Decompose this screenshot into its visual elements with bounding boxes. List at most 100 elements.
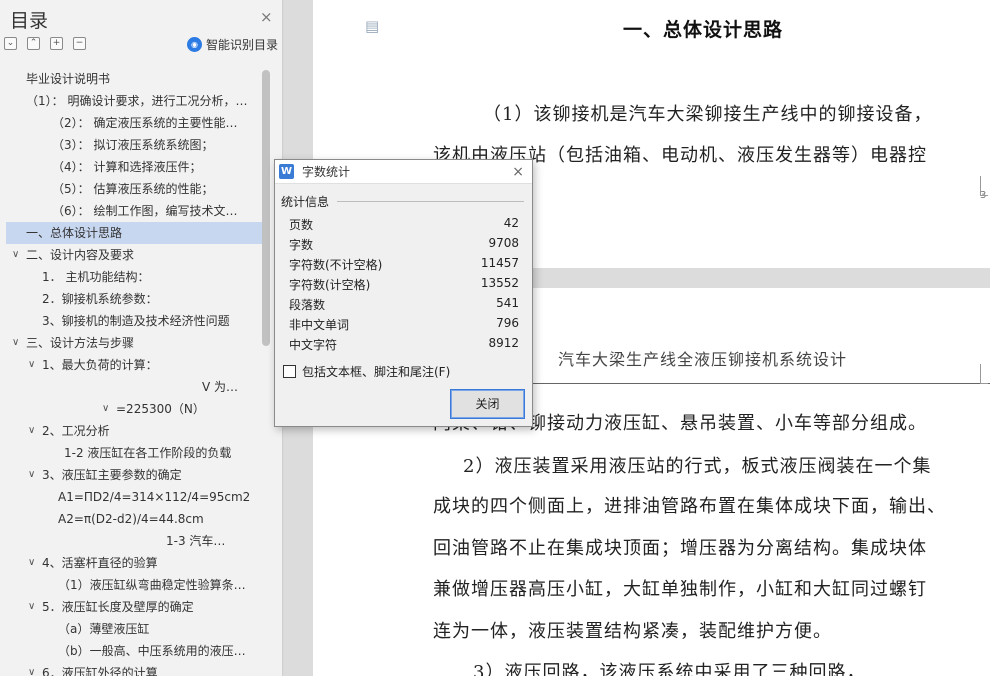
toc-title: 目录 — [10, 10, 49, 32]
toc-item[interactable]: 1． 主机功能结构： — [6, 266, 262, 288]
paragraph-line: （1）该铆接机是汽车大梁铆接生产线中的铆接设备， — [483, 104, 933, 125]
stat-label: 非中文单词 — [289, 318, 350, 332]
toc-item[interactable]: （1）液压缸纵弯曲稳定性验算条… — [6, 574, 262, 596]
section-heading: 一、总体设计思路 — [623, 19, 784, 41]
expand-caret-icon[interactable]: ∨ — [28, 420, 35, 442]
toc-item-label: V 为… — [202, 380, 239, 394]
toc-item-label: （3）： 拟订液压系统系统图； — [52, 138, 214, 152]
include-textbox-checkbox[interactable] — [283, 365, 296, 378]
stat-label: 字数 — [289, 238, 314, 252]
toc-item[interactable]: 一、总体设计思路 — [6, 222, 262, 244]
expand-caret-icon[interactable]: ∨ — [28, 596, 35, 618]
toc-item[interactable]: 1-2 液压缸在各工作阶段的负载 — [6, 442, 262, 464]
stat-row-chars-with-spaces: 字符数(计空格) 13552 — [289, 276, 519, 296]
stat-label: 页数 — [289, 218, 314, 232]
toc-item[interactable]: ∨ 三、设计方法与步骤 — [6, 332, 262, 354]
toc-item-label: 1-3 汽车… — [166, 534, 226, 548]
toc-item[interactable]: ∨ 1、最大负荷的计算： — [6, 354, 262, 376]
stat-value: 11457 — [480, 256, 519, 270]
toc-item[interactable]: ∨ =225300（N） — [6, 398, 262, 420]
toc-item[interactable]: （6）： 绘制工作图，编写技术文… — [6, 200, 262, 222]
stat-value: 796 — [496, 316, 519, 330]
smart-toc-button[interactable]: ◉ 智能识别目录 — [187, 36, 278, 53]
wps-logo-icon: W — [279, 164, 294, 179]
collapse-all-icon[interactable]: ⌄ — [4, 37, 17, 50]
paragraph-line: 连为一体，液压装置结构紧凑，装配维护方便。 — [433, 621, 832, 642]
toc-item-label: （2）： 确定液压系统的主要性能… — [52, 116, 238, 130]
toc-item[interactable]: 1-3 汽车… — [6, 530, 262, 552]
toc-item-label: 毕业设计说明书 — [26, 72, 111, 86]
expand-caret-icon[interactable]: ∨ — [12, 244, 19, 266]
stat-label: 段落数 — [289, 298, 326, 312]
margin-marker — [980, 176, 988, 196]
stat-label: 字符数(计空格) — [289, 278, 371, 292]
toc-item-label: 3、铆接机的制造及技术经济性问题 — [42, 314, 230, 328]
expand-caret-icon[interactable]: ∨ — [12, 332, 19, 354]
toc-item[interactable]: ∨ 二、设计内容及要求 — [6, 244, 262, 266]
stat-row-chinese-chars: 中文字符 8912 — [289, 336, 519, 356]
toc-item-label: 1-2 液压缸在各工作阶段的负载 — [64, 446, 232, 460]
toc-item[interactable]: （a）薄壁液压缸 — [6, 618, 262, 640]
toc-item-label: 三、设计方法与步骤 — [26, 336, 135, 350]
toc-item[interactable]: （4）： 计算和选择液压件； — [6, 156, 262, 178]
toc-item-label: 2、工况分析 — [42, 424, 110, 438]
dialog-titlebar[interactable]: W 字数统计 × — [275, 160, 532, 184]
toc-item[interactable]: V 为… — [6, 376, 262, 398]
stat-row-paragraphs: 段落数 541 — [289, 296, 519, 316]
toc-item[interactable]: （1）： 明确设计要求，进行工况分析，… — [6, 90, 262, 112]
stat-value: 9708 — [488, 236, 519, 250]
dialog-close-icon[interactable]: × — [512, 164, 524, 180]
toc-item[interactable]: A1=ΠD2/4=314×112/4=95cm2 — [6, 486, 262, 508]
close-button[interactable]: 关闭 — [450, 389, 525, 419]
paragraph-line: 兼做增压器高压小缸，大缸单独制作，小缸和大缸同过螺钉 — [433, 579, 927, 600]
toc-item[interactable]: （3）： 拟订液压系统系统图； — [6, 134, 262, 156]
remove-heading-icon[interactable]: − — [73, 37, 86, 50]
expand-all-icon[interactable]: ⌃ — [27, 37, 40, 50]
document-icon[interactable]: ▤ — [365, 17, 379, 35]
toc-item-label: A2=π(D2-d2)/4=44.8cm — [58, 512, 204, 526]
stat-value: 42 — [503, 216, 519, 230]
toc-item[interactable]: ∨ 3、液压缸主要参数的确定 — [6, 464, 262, 486]
toc-item[interactable]: A2=π(D2-d2)/4=44.8cm — [6, 508, 262, 530]
toc-item[interactable]: ∨ 5．液压缸长度及壁厚的确定 — [6, 596, 262, 618]
toc-item-label: （6）： 绘制工作图，编写技术文… — [52, 204, 238, 218]
checkbox-label: 包括文本框、脚注和尾注(F) — [302, 365, 451, 379]
paragraph-line: 成块的四个侧面上，进排油管路布置在集体成块下面，输出、 — [433, 496, 946, 517]
toc-item[interactable]: 3、铆接机的制造及技术经济性问题 — [6, 310, 262, 332]
stat-row-pages: 页数 42 — [289, 216, 519, 236]
expand-caret-icon[interactable]: ∨ — [28, 464, 35, 486]
toc-scrollbar[interactable] — [262, 70, 270, 346]
toc-item[interactable]: ∨ 2、工况分析 — [6, 420, 262, 442]
toc-item-label: 一、总体设计思路 — [26, 226, 123, 240]
expand-caret-icon[interactable]: ∨ — [28, 662, 35, 676]
stat-value: 8912 — [488, 336, 519, 350]
toc-item-label: （1）液压缸纵弯曲稳定性验算条… — [58, 578, 246, 592]
toc-item[interactable]: （2）： 确定液压系统的主要性能… — [6, 112, 262, 134]
include-textbox-option[interactable]: 包括文本框、脚注和尾注(F) — [283, 363, 450, 380]
toc-item[interactable]: ∨ 4、活塞杆直径的验算 — [6, 552, 262, 574]
expand-caret-icon[interactable]: ∨ — [102, 398, 109, 420]
toc-item-label: （5）： 估算液压系统的性能； — [52, 182, 214, 196]
toc-item-label: （1）： 明确设计要求，进行工况分析，… — [26, 94, 248, 108]
smart-toc-label: 智能识别目录 — [206, 38, 279, 52]
toc-list: 毕业设计说明书 （1）： 明确设计要求，进行工况分析，… （2）： 确定液压系统的主… — [6, 68, 262, 676]
paragraph-line: 2）液压装置采用液压站的行式，板式液压阀装在一个集 — [463, 456, 932, 477]
expand-caret-icon[interactable]: ∨ — [28, 552, 35, 574]
toc-item[interactable]: （5）： 估算液压系统的性能； — [6, 178, 262, 200]
stat-label: 中文字符 — [289, 338, 338, 352]
paragraph-line: 3）液压回路，该液压系统中采用了三种回路， — [473, 662, 866, 676]
toc-item-label: 2．铆接机系统参数： — [42, 292, 158, 306]
toc-item[interactable]: 毕业设计说明书 — [6, 68, 262, 90]
toc-item-label: 1． 主机功能结构： — [42, 270, 150, 284]
toc-item[interactable]: ∨ 6．液压缸外径的计算 — [6, 662, 262, 676]
toc-item-label: A1=ΠD2/4=314×112/4=95cm2 — [58, 490, 251, 504]
expand-caret-icon[interactable]: ∨ — [28, 354, 35, 376]
stat-row-words: 字数 9708 — [289, 236, 519, 256]
toc-item[interactable]: （b）一般高、中压系统用的液压… — [6, 640, 262, 662]
toc-toolbar: ⌄ ⌃ + − — [4, 37, 86, 50]
toc-item[interactable]: 2．铆接机系统参数： — [6, 288, 262, 310]
toc-close-icon[interactable]: × — [260, 8, 273, 26]
add-heading-icon[interactable]: + — [50, 37, 63, 50]
stat-row-non-chinese-words: 非中文单词 796 — [289, 316, 519, 336]
toc-item-label: （a）薄壁液压缸 — [58, 622, 150, 636]
